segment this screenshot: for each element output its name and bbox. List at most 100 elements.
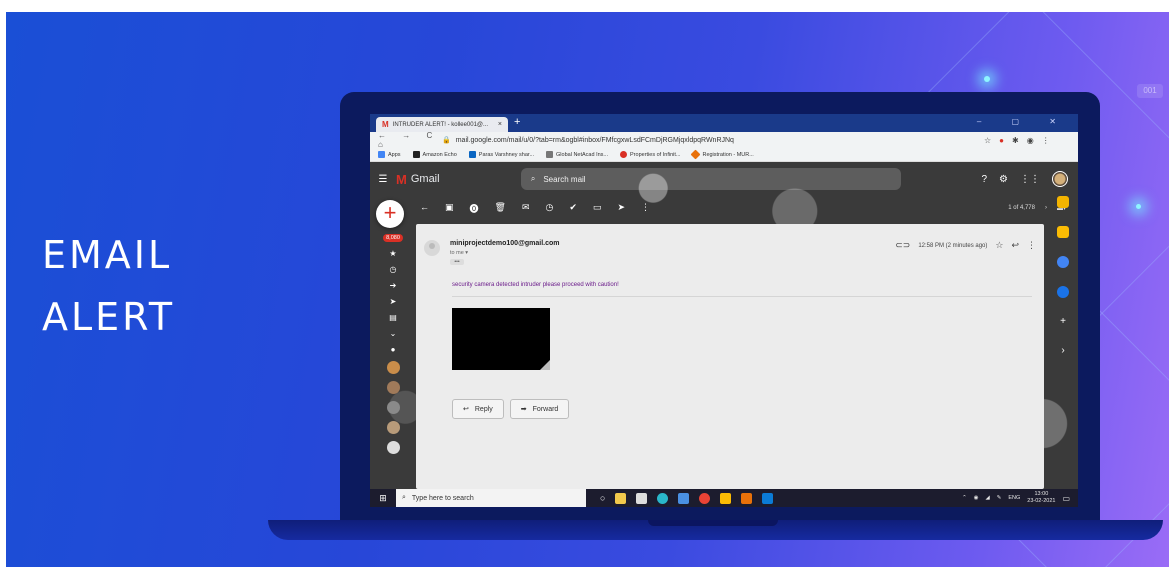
vscode-icon[interactable] bbox=[762, 492, 774, 504]
sender-email[interactable]: miniprojectdemo100@gmail.com bbox=[450, 240, 560, 247]
file-explorer-icon[interactable] bbox=[615, 492, 627, 504]
more-icon[interactable]: ⋮ bbox=[641, 202, 650, 215]
hamburger-menu-icon[interactable]: ☰ bbox=[370, 174, 396, 185]
chat-avatar[interactable] bbox=[386, 361, 400, 374]
chat-avatar[interactable] bbox=[386, 381, 400, 394]
volume-icon[interactable]: ◢ bbox=[986, 495, 990, 501]
profile-icon[interactable]: ◉ bbox=[1027, 136, 1034, 145]
reply-icon[interactable]: ↩ bbox=[1011, 240, 1019, 251]
taskbar-search-placeholder: Type here to search bbox=[411, 494, 474, 502]
search-input[interactable]: ⌕ Search mail bbox=[520, 168, 901, 190]
back-arrow-icon[interactable]: ← bbox=[420, 202, 429, 215]
slide-headline: EMAIL ALERT bbox=[42, 224, 175, 348]
account-avatar[interactable] bbox=[1052, 171, 1068, 187]
archive-icon[interactable]: ▣ bbox=[445, 202, 454, 215]
taskbar-search-input[interactable]: ⌕ Type here to search bbox=[396, 489, 586, 507]
bookmark-netacad[interactable]: Global NetAcad Ins... bbox=[546, 151, 608, 158]
network-icon[interactable]: ◉ bbox=[974, 495, 979, 501]
starred-icon[interactable]: ★ bbox=[389, 249, 396, 258]
contacts-icon[interactable] bbox=[1057, 286, 1069, 298]
reply-button[interactable]: ↩ Reply bbox=[452, 399, 504, 419]
corner-label: 001 bbox=[1137, 84, 1163, 98]
laptop-screen: M INTRUDER ALERT! - kollee001@... × + – … bbox=[370, 114, 1078, 507]
image-attachment[interactable] bbox=[452, 308, 550, 370]
bookmark-registration[interactable]: Registration - MUR... bbox=[691, 149, 754, 160]
message-view: miniprojectdemo100@gmail.com to me ▾ •••… bbox=[416, 224, 1044, 489]
url-field[interactable]: mail.google.com/mail/u/0/?tab=rm&ogbl#in… bbox=[456, 137, 984, 144]
add-task-icon[interactable]: ✔ bbox=[569, 202, 577, 215]
meet-icon[interactable]: ● bbox=[391, 345, 396, 354]
menu-kebab-icon[interactable]: ⋮ bbox=[1042, 136, 1050, 145]
sender-info: miniprojectdemo100@gmail.com to me ▾ ••• bbox=[450, 240, 560, 265]
keep-icon[interactable] bbox=[1057, 226, 1069, 238]
drafts-icon[interactable]: ▤ bbox=[389, 313, 397, 322]
tab-title: INTRUDER ALERT! - kollee001@... bbox=[392, 121, 489, 128]
pen-icon[interactable]: ✎ bbox=[997, 495, 1002, 501]
star-icon[interactable]: ☆ bbox=[995, 240, 1003, 251]
registration-icon bbox=[691, 149, 701, 160]
more-labels-icon[interactable]: ⌄ bbox=[390, 329, 397, 338]
new-tab-button[interactable]: + bbox=[514, 116, 520, 128]
browser-tab[interactable]: M INTRUDER ALERT! - kollee001@... × bbox=[376, 117, 508, 132]
settings-gear-icon[interactable]: ⚙ bbox=[999, 174, 1008, 185]
extension-icon[interactable]: ● bbox=[999, 136, 1004, 145]
snoozed-icon[interactable]: ◷ bbox=[390, 265, 397, 274]
lock-icon: 🔒 bbox=[442, 137, 451, 144]
expand-panel-icon[interactable]: › bbox=[1061, 345, 1064, 356]
add-addon-icon[interactable]: + bbox=[1060, 316, 1066, 327]
calendar-icon[interactable] bbox=[1057, 196, 1069, 208]
important-icon[interactable]: ➔ bbox=[390, 281, 397, 290]
apps-grid-icon[interactable]: ⋮⋮ bbox=[1020, 174, 1040, 185]
tray-chevron-icon[interactable]: ⌃ bbox=[962, 495, 967, 501]
edge-icon[interactable] bbox=[657, 492, 669, 504]
mail-icon[interactable] bbox=[678, 492, 690, 504]
chrome-icon[interactable] bbox=[699, 492, 711, 504]
gmail-favicon-icon: M bbox=[382, 120, 389, 129]
puzzle-icon[interactable]: ✱ bbox=[1012, 136, 1019, 145]
gmail-app: ☰ M Gmail ⌕ Search mail ? ⚙ ⋮⋮ ← ▣ ⓿ 🗑 ✉… bbox=[370, 162, 1078, 489]
headline-line-2: ALERT bbox=[42, 295, 176, 339]
right-side-panel: + › bbox=[1052, 196, 1074, 356]
delete-icon[interactable]: 🗑 bbox=[495, 202, 506, 215]
mark-unread-icon[interactable]: ✉ bbox=[522, 202, 530, 215]
tasks-icon[interactable] bbox=[1057, 256, 1069, 268]
bookmark-linkedin[interactable]: Paras Varshney shar... bbox=[468, 151, 534, 158]
extensions: ☆ ● ✱ ◉ ⋮ bbox=[984, 136, 1078, 145]
sent-icon[interactable]: ➤ bbox=[390, 297, 397, 306]
snooze-icon[interactable]: ◷ bbox=[546, 202, 554, 215]
chat-avatar[interactable] bbox=[386, 421, 400, 434]
move-to-icon[interactable]: ▭ bbox=[593, 202, 602, 215]
gmail-m-icon[interactable]: M bbox=[396, 172, 407, 187]
decorative-glow bbox=[984, 76, 990, 82]
star-icon[interactable]: ☆ bbox=[984, 136, 991, 145]
sticky-notes-icon[interactable] bbox=[720, 492, 732, 504]
next-icon[interactable]: › bbox=[1045, 205, 1047, 211]
report-spam-icon[interactable]: ⓿ bbox=[470, 202, 479, 215]
taskbar-apps: ○ bbox=[600, 492, 774, 504]
label-icon[interactable]: ➤ bbox=[617, 202, 625, 215]
help-icon[interactable]: ? bbox=[981, 174, 987, 185]
language-indicator[interactable]: ENG bbox=[1008, 495, 1020, 501]
powerpoint-icon[interactable] bbox=[741, 492, 753, 504]
compose-button[interactable]: + bbox=[376, 200, 404, 228]
inbox-badge[interactable]: 8,080 bbox=[383, 234, 403, 242]
show-trimmed-button[interactable]: ••• bbox=[450, 259, 464, 265]
chat-avatar[interactable] bbox=[386, 401, 400, 414]
notifications-icon[interactable]: ▭ bbox=[1062, 494, 1070, 503]
windows-start-icon[interactable]: ⊞ bbox=[370, 493, 396, 504]
recipient-line[interactable]: to me ▾ bbox=[450, 250, 560, 256]
forward-button[interactable]: ➡ Forward bbox=[509, 399, 570, 419]
clock[interactable]: 13:00 23-02-2021 bbox=[1027, 491, 1055, 505]
bookmark-apps[interactable]: Apps bbox=[378, 151, 401, 158]
bookmark-amazon[interactable]: Amazon Echo bbox=[412, 151, 457, 158]
window-controls[interactable]: – ▢ ✕ bbox=[977, 117, 1070, 126]
more-vert-icon[interactable]: ⋮ bbox=[1027, 240, 1036, 251]
forward-icon: ➡ bbox=[520, 406, 527, 413]
chat-avatar[interactable] bbox=[386, 441, 400, 454]
gmail-wordmark[interactable]: Gmail bbox=[411, 173, 521, 185]
store-icon[interactable] bbox=[636, 492, 648, 504]
task-view-icon[interactable]: ○ bbox=[600, 493, 605, 503]
nav-buttons[interactable]: ← → C ⌂ bbox=[370, 131, 442, 149]
bookmark-properties[interactable]: Properties of Infinit... bbox=[620, 151, 680, 158]
tab-close-icon[interactable]: × bbox=[498, 121, 502, 128]
